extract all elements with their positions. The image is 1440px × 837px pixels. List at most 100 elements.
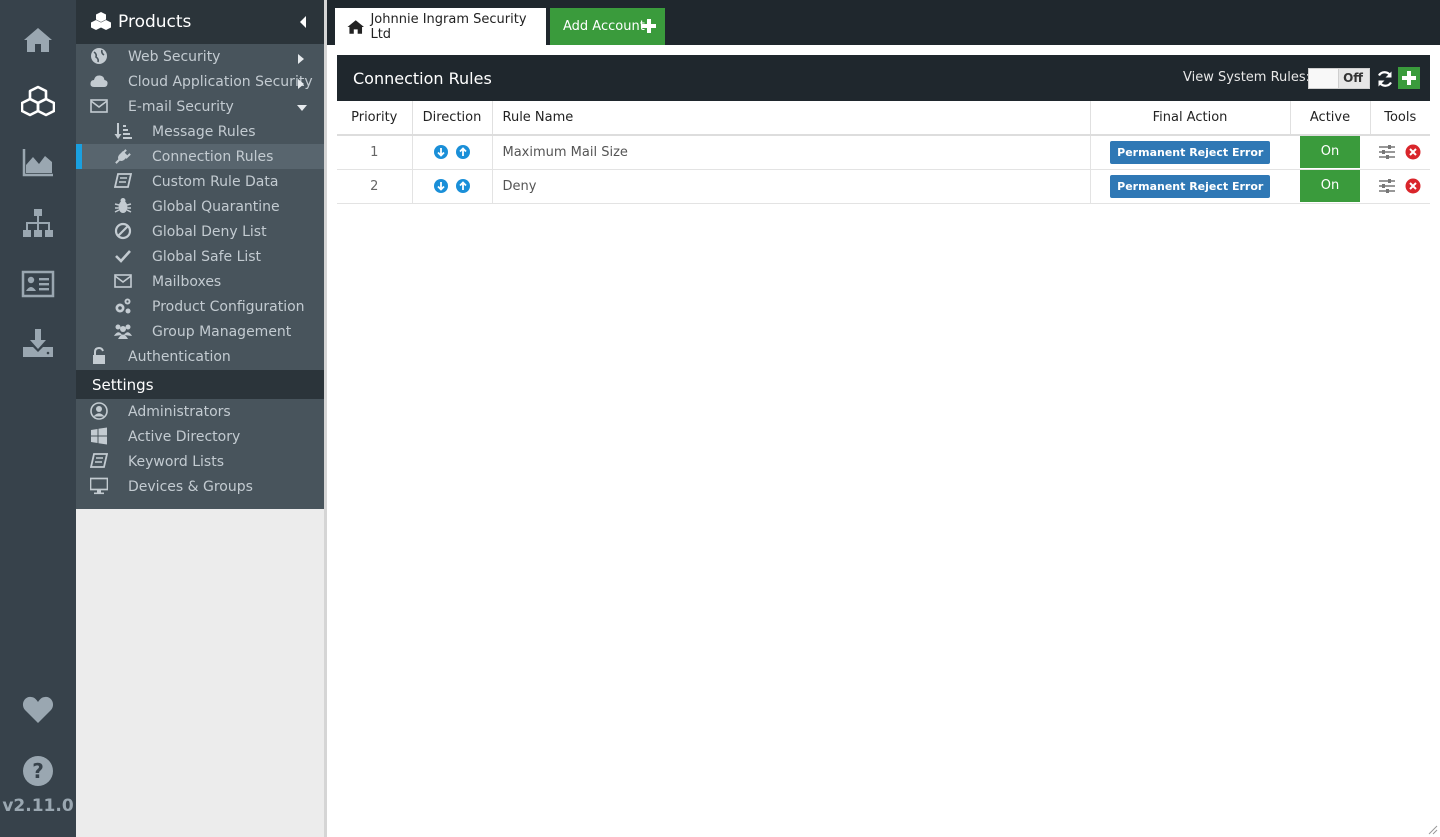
sidebar-item-label: Connection Rules — [152, 148, 274, 165]
sidebar-item-connection-rules[interactable]: Connection Rules — [76, 144, 324, 169]
sidebar-item-global-quarantine[interactable]: Global Quarantine — [76, 194, 324, 219]
sliders-icon[interactable] — [1378, 178, 1395, 194]
sidebar-item-global-deny-list[interactable]: Global Deny List — [76, 219, 324, 244]
final-action-badge: Permanent Reject Error — [1110, 140, 1271, 164]
bug-icon — [114, 198, 132, 213]
expand-arrow-icon — [298, 79, 304, 89]
sidebar-item-global-safe-list[interactable]: Global Safe List — [76, 244, 324, 269]
sidebar-item-keyword-lists[interactable]: Keyword Lists — [76, 449, 324, 474]
sitemap-icon[interactable] — [0, 198, 76, 248]
sidebar-item-label: E-mail Security — [128, 98, 234, 115]
envelope-icon — [90, 99, 108, 113]
rule-tools — [1370, 135, 1430, 170]
column-header-priority[interactable]: Priority — [337, 101, 413, 136]
download-icon[interactable] — [0, 318, 76, 368]
connection-rules-table: Priority Direction Rule Name Final Actio… — [337, 101, 1430, 204]
sidebar-item-label: Cloud Application Security — [128, 73, 313, 90]
sidebar: Products Web Security Cloud Application … — [76, 0, 324, 509]
connection-rules-panel-header: Connection Rules View System Rules: Off — [337, 55, 1430, 101]
tab-account[interactable]: Johnnie Ingram Security Ltd — [335, 8, 546, 45]
sidebar-item-label: Administrators — [128, 403, 231, 420]
delete-icon[interactable] — [1405, 144, 1421, 160]
users-icon — [114, 324, 132, 339]
sidebar-item-active-directory[interactable]: Active Directory — [76, 424, 324, 449]
add-rule-button[interactable] — [1398, 67, 1420, 89]
sidebar-item-label: Global Quarantine — [152, 198, 280, 215]
sidebar-item-product-configuration[interactable]: Product Configuration — [76, 294, 324, 319]
sidebar-item-message-rules[interactable]: Message Rules — [76, 119, 324, 144]
sidebar-item-label: Global Safe List — [152, 248, 262, 265]
rule-active: On — [1290, 169, 1370, 204]
column-header-rule-name[interactable]: Rule Name — [492, 101, 1091, 136]
column-header-active[interactable]: Active — [1290, 101, 1371, 136]
sidebar-item-label: Global Deny List — [152, 223, 267, 240]
sidebar-item-devices-groups[interactable]: Devices & Groups — [76, 474, 324, 499]
expand-arrow-icon — [298, 54, 304, 64]
active-toggle-button[interactable]: On — [1300, 136, 1360, 169]
area-chart-icon[interactable] — [0, 137, 76, 187]
sidebar-item-web-security[interactable]: Web Security — [76, 44, 324, 69]
rule-name: Maximum Mail Size — [492, 135, 1091, 170]
rule-final-action: Permanent Reject Error — [1090, 169, 1290, 204]
globe-icon — [91, 48, 107, 64]
collapse-caret-icon[interactable] — [300, 16, 306, 28]
address-card-icon[interactable] — [0, 259, 76, 309]
settings-header: Settings — [76, 370, 324, 399]
sidebar-item-email-security[interactable]: E-mail Security — [76, 94, 324, 119]
view-system-rules-label: View System Rules: — [1183, 70, 1311, 85]
plus-icon — [1402, 71, 1416, 85]
arrow-circle-down-icon[interactable] — [433, 179, 448, 193]
sidebar-item-custom-rule-data[interactable]: Custom Rule Data — [76, 169, 324, 194]
sidebar-item-label: Active Directory — [128, 428, 241, 445]
arrow-circle-down-icon[interactable] — [433, 145, 448, 160]
products-label: Products — [118, 12, 192, 32]
add-account-label: Add Account — [563, 19, 645, 34]
sidebar-item-label: Message Rules — [152, 123, 256, 140]
delete-icon[interactable] — [1405, 178, 1421, 194]
active-toggle-button[interactable]: On — [1300, 170, 1360, 202]
table-row[interactable]: 1 Maximum Mail Size Permanent Reject Err… — [337, 135, 1430, 170]
svg-text:?: ? — [32, 759, 44, 783]
desktop-icon — [90, 477, 108, 495]
sidebar-item-group-management[interactable]: Group Management — [76, 319, 324, 344]
sidebar-item-authentication[interactable]: Authentication — [76, 344, 324, 369]
book-icon — [90, 453, 108, 468]
column-header-final-action[interactable]: Final Action — [1090, 101, 1291, 136]
user-circle-icon — [90, 402, 108, 420]
cubes-icon[interactable] — [0, 76, 76, 126]
envelope-icon — [114, 274, 132, 288]
collapse-arrow-icon — [297, 105, 307, 111]
column-header-tools: Tools — [1370, 101, 1430, 136]
sidebar-item-label: Authentication — [128, 348, 231, 365]
arrow-circle-up-icon[interactable] — [456, 145, 471, 160]
question-circle-icon[interactable]: ? — [0, 746, 76, 796]
home-icon[interactable] — [0, 15, 76, 65]
home-icon — [347, 19, 364, 34]
sliders-icon[interactable] — [1378, 144, 1395, 160]
view-system-rules-toggle[interactable]: Off — [1308, 68, 1370, 89]
page-title: Connection Rules — [353, 69, 492, 88]
sidebar-item-label: Mailboxes — [152, 273, 222, 290]
column-header-direction[interactable]: Direction — [412, 101, 493, 136]
resize-grip-icon[interactable] — [1428, 825, 1438, 835]
cubes-icon — [91, 12, 111, 30]
table-row[interactable]: 2 Deny Permanent Reject Error On — [337, 169, 1430, 204]
refresh-icon[interactable] — [1376, 70, 1394, 88]
icon-rail: ? v2.11.0 — [0, 0, 76, 837]
sidebar-item-mailboxes[interactable]: Mailboxes — [76, 269, 324, 294]
sidebar-item-cloud-application-security[interactable]: Cloud Application Security — [76, 69, 324, 94]
ban-icon — [114, 222, 132, 240]
panel-splitter[interactable] — [324, 0, 327, 837]
sidebar-item-label: Product Configuration — [152, 298, 305, 315]
arrow-circle-up-icon[interactable] — [456, 179, 471, 193]
products-header[interactable]: Products — [76, 0, 324, 44]
heart-icon[interactable] — [0, 685, 76, 735]
rule-direction — [412, 135, 493, 170]
add-account-button[interactable]: Add Account — [550, 8, 665, 45]
rule-final-action: Permanent Reject Error — [1090, 135, 1290, 170]
sidebar-item-label: Keyword Lists — [128, 453, 225, 470]
cloud-icon — [90, 75, 108, 87]
sidebar-item-administrators[interactable]: Administrators — [76, 399, 324, 424]
windows-icon — [91, 427, 107, 445]
plug-icon — [115, 149, 131, 164]
